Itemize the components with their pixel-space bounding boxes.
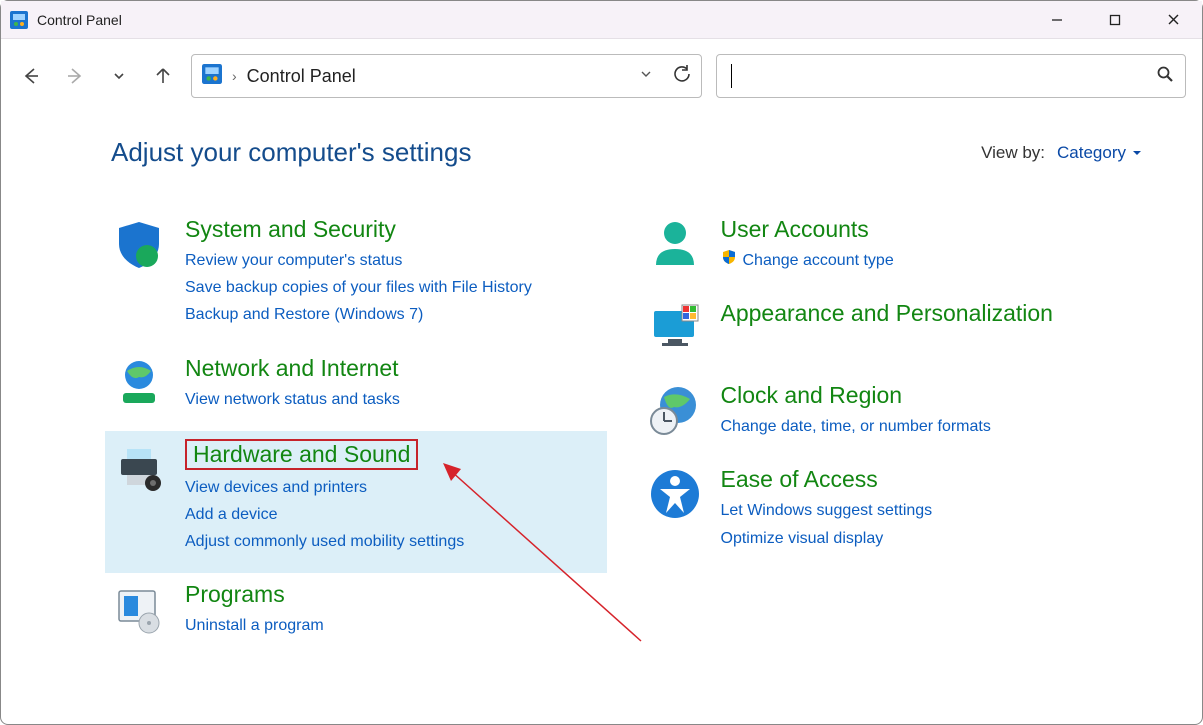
category-link[interactable]: View network status and tasks bbox=[185, 386, 400, 413]
window-controls bbox=[1028, 1, 1202, 39]
shield-icon bbox=[111, 216, 167, 272]
category-link[interactable]: View devices and printers bbox=[185, 474, 464, 501]
view-by-label: View by: bbox=[981, 143, 1045, 163]
monitor-icon bbox=[647, 300, 703, 356]
category-title[interactable]: Appearance and Personalization bbox=[721, 300, 1053, 327]
titlebar: Control Panel bbox=[1, 1, 1202, 39]
search-icon bbox=[1157, 66, 1173, 86]
content-header: Adjust your computer's settings View by:… bbox=[111, 137, 1142, 168]
category-link[interactable]: Adjust commonly used mobility settings bbox=[185, 528, 464, 555]
view-by-value: Category bbox=[1057, 143, 1126, 163]
category-link[interactable]: Optimize visual display bbox=[721, 525, 933, 552]
address-icon bbox=[202, 64, 222, 88]
category-title-highlighted[interactable]: Hardware and Sound bbox=[185, 439, 418, 470]
accessibility-icon bbox=[647, 466, 703, 522]
category-title[interactable]: User Accounts bbox=[721, 216, 894, 243]
category-link[interactable]: Review your computer's status bbox=[185, 247, 532, 274]
chevron-down-icon bbox=[1132, 148, 1142, 158]
minimize-button[interactable] bbox=[1028, 1, 1086, 39]
user-icon bbox=[647, 216, 703, 272]
category-programs: Programs Uninstall a program bbox=[111, 573, 607, 657]
up-button[interactable] bbox=[149, 62, 177, 90]
category-clock-region: Clock and Region Change date, time, or n… bbox=[647, 374, 1143, 458]
content-area: Adjust your computer's settings View by:… bbox=[1, 113, 1202, 658]
control-panel-icon bbox=[9, 10, 29, 30]
text-caret bbox=[731, 64, 732, 88]
view-by-control: View by: Category bbox=[981, 143, 1142, 163]
category-title[interactable]: Ease of Access bbox=[721, 466, 933, 493]
category-ease-of-access: Ease of Access Let Windows suggest setti… bbox=[647, 458, 1143, 569]
refresh-button[interactable] bbox=[673, 65, 691, 87]
printer-icon bbox=[111, 439, 167, 495]
forward-button[interactable] bbox=[61, 62, 89, 90]
category-link[interactable]: Let Windows suggest settings bbox=[721, 497, 933, 524]
address-dropdown-button[interactable] bbox=[639, 67, 653, 85]
right-column: User Accounts Change account type bbox=[647, 208, 1143, 658]
category-user-accounts: User Accounts Change account type bbox=[647, 208, 1143, 292]
category-hardware-sound: Hardware and Sound View devices and prin… bbox=[105, 431, 607, 574]
category-title[interactable]: Clock and Region bbox=[721, 382, 991, 409]
recent-locations-button[interactable] bbox=[105, 62, 133, 90]
window-title: Control Panel bbox=[37, 12, 122, 28]
globe-network-icon bbox=[111, 355, 167, 411]
category-appearance-personalization: Appearance and Personalization bbox=[647, 292, 1143, 374]
clock-globe-icon bbox=[647, 382, 703, 438]
maximize-button[interactable] bbox=[1086, 1, 1144, 39]
breadcrumb-separator: › bbox=[232, 68, 237, 84]
nav-row: › Control Panel bbox=[1, 39, 1202, 113]
category-columns: System and Security Review your computer… bbox=[111, 208, 1142, 658]
uac-shield-icon bbox=[721, 247, 737, 274]
category-title[interactable]: Network and Internet bbox=[185, 355, 400, 382]
back-button[interactable] bbox=[17, 62, 45, 90]
category-title[interactable]: System and Security bbox=[185, 216, 532, 243]
address-bar[interactable]: › Control Panel bbox=[191, 54, 702, 98]
programs-icon bbox=[111, 581, 167, 637]
breadcrumb[interactable]: Control Panel bbox=[247, 66, 356, 87]
category-link[interactable]: Backup and Restore (Windows 7) bbox=[185, 301, 532, 328]
category-link[interactable]: Change date, time, or number formats bbox=[721, 413, 991, 440]
category-system-security: System and Security Review your computer… bbox=[111, 208, 607, 347]
category-link[interactable]: Change account type bbox=[721, 247, 894, 274]
left-column: System and Security Review your computer… bbox=[111, 208, 607, 658]
view-by-dropdown[interactable]: Category bbox=[1057, 143, 1142, 163]
close-button[interactable] bbox=[1144, 1, 1202, 39]
search-input[interactable] bbox=[716, 54, 1186, 98]
page-title: Adjust your computer's settings bbox=[111, 137, 471, 168]
category-title[interactable]: Programs bbox=[185, 581, 324, 608]
category-network-internet: Network and Internet View network status… bbox=[111, 347, 607, 431]
category-link-text: Change account type bbox=[743, 247, 894, 274]
category-link[interactable]: Uninstall a program bbox=[185, 612, 324, 639]
category-link[interactable]: Save backup copies of your files with Fi… bbox=[185, 274, 532, 301]
nav-arrows bbox=[17, 62, 177, 90]
category-link[interactable]: Add a device bbox=[185, 501, 464, 528]
